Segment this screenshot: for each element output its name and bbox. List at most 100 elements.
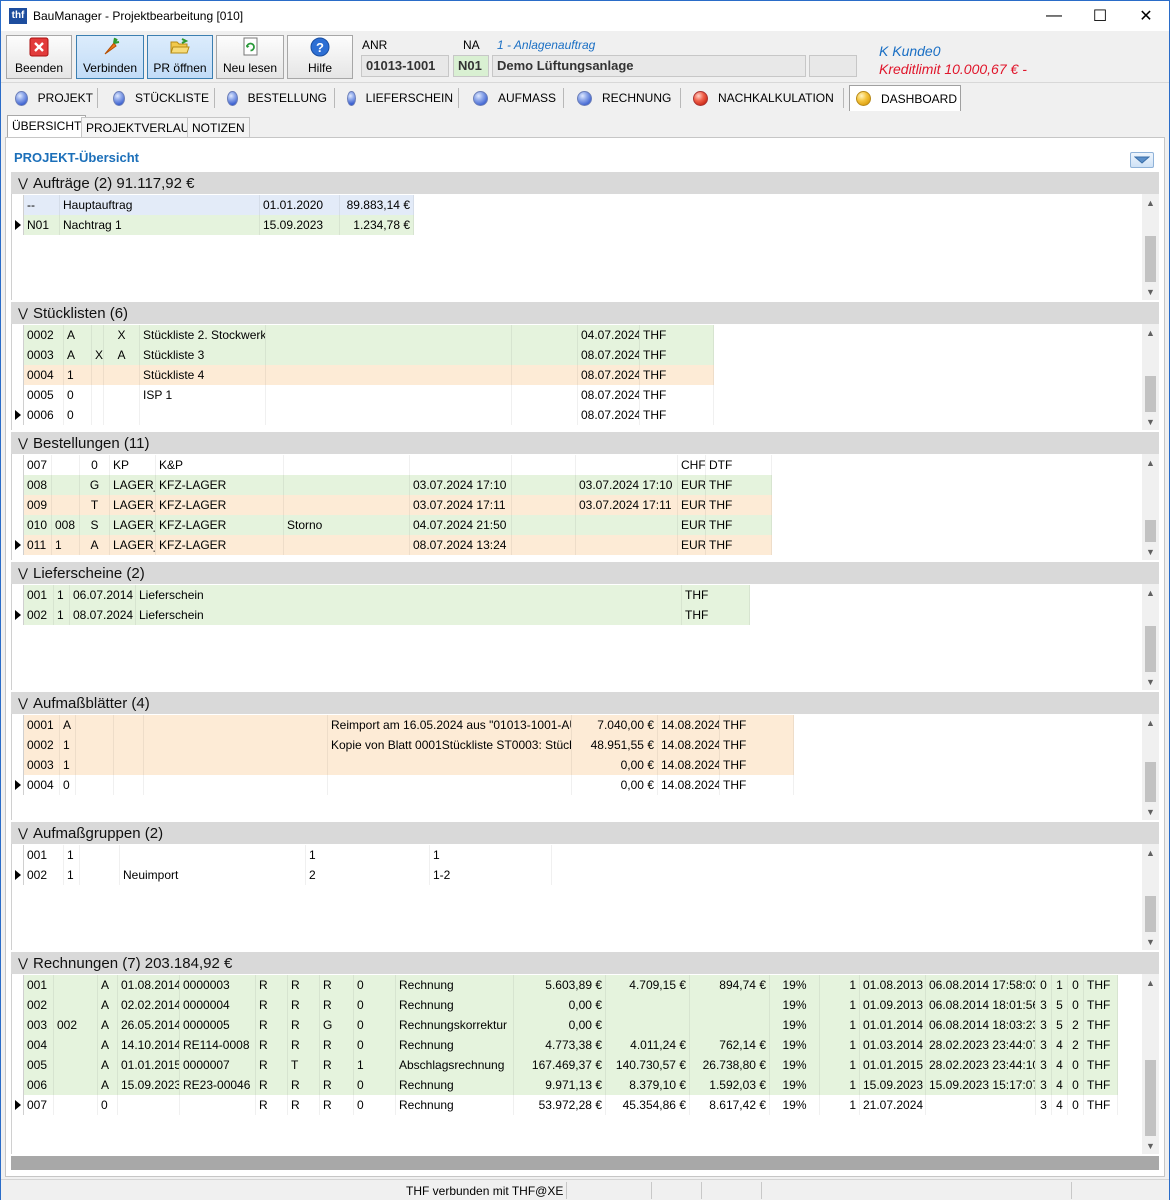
table-cell: THF	[640, 385, 714, 405]
vertical-scrollbar[interactable]: ▲ ▼	[1142, 844, 1159, 950]
scroll-down-icon[interactable]: ▼	[1142, 803, 1159, 820]
project-name-field[interactable]: Demo Lüftungsanlage	[492, 55, 806, 77]
table-row[interactable]: 0005 0 ISP 1 08.07.2024 THF	[12, 385, 714, 405]
scroll-down-icon[interactable]: ▼	[1142, 543, 1159, 560]
table-row[interactable]: 005 A 01.01.2015 0000007 R T R 1 Abschlagsrechnu…	[12, 1055, 1118, 1075]
subtab-notizen[interactable]: NOTIZEN	[187, 117, 250, 137]
tab-nachkalkulation[interactable]: NACHKALKULATION	[687, 85, 837, 111]
scroll-down-icon[interactable]: ▼	[1142, 933, 1159, 950]
vertical-scrollbar[interactable]: ▲ ▼	[1142, 974, 1159, 1154]
verbinden-button[interactable]: Verbinden	[76, 35, 144, 79]
table-cell	[144, 735, 328, 755]
tab-stueckliste[interactable]: STÜCKLISTE	[107, 85, 209, 111]
table-row[interactable]: 002 1 08.07.2024 Lieferschein THF	[12, 605, 750, 625]
table-cell: 06.08.2014 18:03:23	[926, 1015, 1036, 1035]
vertical-scrollbar[interactable]: ▲ ▼	[1142, 584, 1159, 690]
maximize-button[interactable]: ☐	[1077, 1, 1123, 31]
tab-lieferschein[interactable]: LIEFERSCHEIN	[341, 85, 453, 111]
table-row[interactable]: 0006 0 08.07.2024 THF	[12, 405, 714, 425]
table-cell	[512, 535, 576, 555]
table-cell: 0003	[24, 345, 64, 365]
table-row[interactable]: 003 002 A 26.05.2014 0000005 R R G 0 Rechnungskor…	[12, 1015, 1118, 1035]
table-row[interactable]: 0001 A Reimport am 16.05.2024 aus "01013-1…	[12, 715, 794, 735]
table-cell	[104, 365, 140, 385]
table-row[interactable]: 009 TLAGER_(KFZ-LAGER 03.07.2024 17:11 03.0…	[12, 495, 772, 515]
table-cell: R	[320, 1075, 354, 1095]
table-cell: 08.07.2024	[70, 605, 136, 625]
section-header-auftraege[interactable]: ⋁ Aufträge (2) 91.117,92 €	[11, 172, 1159, 194]
table-cell: 0	[354, 975, 396, 995]
subtab-projektverlauf[interactable]: PROJEKTVERLAUF	[81, 117, 202, 137]
table-row[interactable]: 0003 A X A Stückliste 3 08.07.2024 THF	[12, 345, 714, 365]
hilfe-button[interactable]: ? Hilfe	[287, 35, 353, 79]
scroll-down-icon[interactable]: ▼	[1142, 1137, 1159, 1154]
table-row[interactable]: -- Hauptauftrag 01.01.2020 89.883,14 €	[12, 195, 414, 215]
table-row[interactable]: 004 A 14.10.2014 RE114-0008 R R R 0 Rechnung 4.77…	[12, 1035, 1118, 1055]
vertical-scrollbar[interactable]: ▲ ▼	[1142, 324, 1159, 430]
table-row[interactable]: 007 0 KP K&P CHF DTF	[12, 455, 772, 475]
table-row[interactable]: 0003 1 0,00 €14.08.2024 THF	[12, 755, 794, 775]
vertical-scrollbar[interactable]: ▲ ▼	[1142, 194, 1159, 300]
table-row[interactable]: 002 A 02.02.2014 0000004 R R R 0 Rechnung 0,00 €1…	[12, 995, 1118, 1015]
section-header-stuecklisten[interactable]: ⋁ Stücklisten (6)	[11, 302, 1159, 324]
scroll-up-icon[interactable]: ▲	[1142, 454, 1159, 471]
section-header-bestellungen[interactable]: ⋁ Bestellungen (11)	[11, 432, 1159, 454]
scroll-up-icon[interactable]: ▲	[1142, 584, 1159, 601]
table-cell: R	[256, 995, 288, 1015]
table-cell: 4.773,38 €	[514, 1035, 606, 1055]
section-header-lieferscheine[interactable]: ⋁ Lieferscheine (2)	[11, 562, 1159, 584]
table-row[interactable]: 0002 1 Kopie von Blatt 0001Stückliste ST00…	[12, 735, 794, 755]
section-header-rechnungen[interactable]: ⋁ Rechnungen (7) 203.184,92 €	[11, 952, 1159, 974]
table-cell: A	[64, 345, 92, 365]
table-row[interactable]: 007 0 R R R 0 Rechnung 53.972,28 €45.354,86 €8.…	[12, 1095, 1118, 1115]
anr-field[interactable]: 01013-1001	[361, 55, 449, 77]
na-field[interactable]: N01	[453, 55, 489, 77]
table-cell: 03.07.2024 17:10	[576, 475, 678, 495]
scroll-up-icon[interactable]: ▲	[1142, 974, 1159, 991]
tab-aufmass[interactable]: AUFMASS	[467, 85, 559, 111]
section-header-aufmassblaetter[interactable]: ⋁ Aufmaßblätter (4)	[11, 692, 1159, 714]
table-row[interactable]: 0002 A X Stückliste 2. Stockwerk 04.07.2024 T…	[12, 325, 714, 345]
table-cell: 04.07.2024 21:50	[410, 515, 512, 535]
table-row[interactable]: 001 A 01.08.2014 0000003 R R R 0 Rechnung 5.603,8…	[12, 975, 1118, 995]
table-cell: RE23-00046	[180, 1075, 256, 1095]
tab-dashboard[interactable]: DASHBOARD	[849, 85, 961, 111]
table-row[interactable]: 001 1 06.07.2014 Lieferschein THF	[12, 585, 750, 605]
scroll-up-icon[interactable]: ▲	[1142, 714, 1159, 731]
scroll-down-icon[interactable]: ▼	[1142, 673, 1159, 690]
tab-rechnung[interactable]: RECHNUNG	[571, 85, 675, 111]
vertical-scrollbar[interactable]: ▲ ▼	[1142, 714, 1159, 820]
extra-field[interactable]	[809, 55, 857, 77]
table-cell: KFZ-LAGER	[156, 495, 284, 515]
section-header-aufmassgruppen[interactable]: ⋁ Aufmaßgruppen (2)	[11, 822, 1159, 844]
scroll-down-icon[interactable]: ▼	[1142, 413, 1159, 430]
table-row[interactable]: N01 Nachtrag 1 15.09.2023 1.234,78 €	[12, 215, 414, 235]
table-row[interactable]: 0004 0 0,00 €14.08.2024 THF	[12, 775, 794, 795]
table-row[interactable]: 006 A 15.09.2023 RE23-00046 R R R 0 Rechnung 9.97…	[12, 1075, 1118, 1095]
tab-projekt[interactable]: PROJEKT	[9, 85, 93, 111]
minimize-button[interactable]: —	[1031, 1, 1077, 31]
scroll-up-icon[interactable]: ▲	[1142, 194, 1159, 211]
table-row[interactable]: 008 GLAGER_(KFZ-LAGER 03.07.2024 17:10 03.0…	[12, 475, 772, 495]
horizontal-scrollbar[interactable]	[11, 1156, 1159, 1170]
table-cell: 006	[24, 1075, 54, 1095]
neu-lesen-button[interactable]: Neu lesen	[216, 35, 284, 79]
scroll-up-icon[interactable]: ▲	[1142, 324, 1159, 341]
table-row[interactable]: 0111ALAGER_(KFZ-LAGER 08.07.2024 13:24 EUR…	[12, 535, 772, 555]
table-cell: 14.08.2024	[658, 755, 720, 775]
collapse-all-button[interactable]	[1130, 152, 1154, 168]
table-row[interactable]: 0004 1 Stückliste 4 08.07.2024 THF	[12, 365, 714, 385]
tab-bestellung[interactable]: BESTELLUNG	[221, 85, 327, 111]
scroll-down-icon[interactable]: ▼	[1142, 283, 1159, 300]
table-row[interactable]: 002 1 Neuimport 2 1-2	[12, 865, 552, 885]
vertical-scrollbar[interactable]: ▲ ▼	[1142, 454, 1159, 560]
pr-oeffnen-button[interactable]: PR öffnen	[147, 35, 213, 79]
scroll-up-icon[interactable]: ▲	[1142, 844, 1159, 861]
table-row[interactable]: 010008SLAGER_(KFZ-LAGERStorno04.07.2024 …	[12, 515, 772, 535]
table-row[interactable]: 001 1 1 1	[12, 845, 552, 865]
table-cell	[114, 755, 144, 775]
close-button[interactable]: ✕	[1123, 1, 1169, 31]
subtab-uebersicht[interactable]: ÜBERSICHT	[7, 115, 87, 139]
table-cell: LAGER_(	[110, 475, 156, 495]
beenden-button[interactable]: Beenden	[6, 35, 72, 79]
